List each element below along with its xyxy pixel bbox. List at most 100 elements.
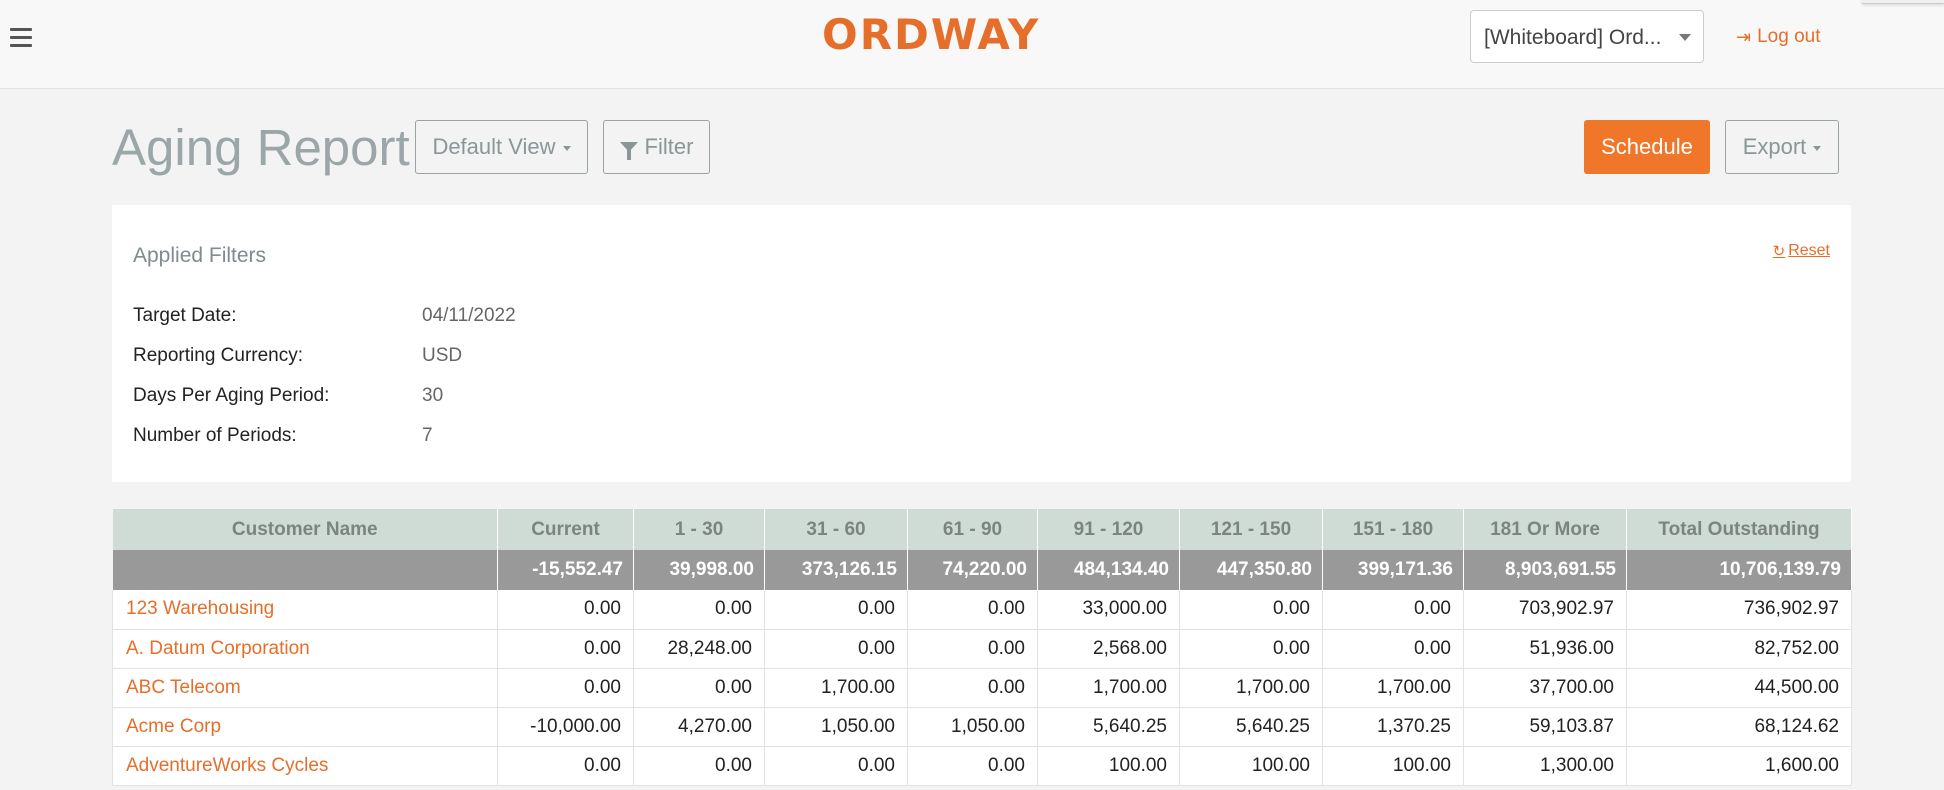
totals-cell: 373,126.15: [764, 550, 908, 590]
totals-cell: 447,350.80: [1179, 550, 1323, 590]
customer-link[interactable]: A. Datum Corporation: [112, 629, 498, 669]
column-header[interactable]: 31 - 60: [764, 509, 908, 550]
filter-label-days-per-period: Days Per Aging Period:: [133, 385, 330, 406]
table-cell: 82,752.00: [1626, 629, 1852, 669]
table-cell: 0.00: [1179, 629, 1323, 669]
table-cell: 5,640.25: [1037, 707, 1180, 747]
table-cell: 0.00: [633, 590, 765, 630]
table-cell: 0.00: [497, 746, 634, 786]
export-label: Export: [1742, 134, 1807, 159]
totals-cell: 10,706,139.79: [1626, 550, 1852, 590]
column-header[interactable]: 91 - 120: [1037, 509, 1180, 550]
totals-row: -15,552.47 39,998.00 373,126.15 74,220.0…: [112, 550, 1852, 590]
table-cell: 0.00: [907, 668, 1038, 708]
table-cell: 0.00: [633, 746, 765, 786]
table-cell: 5,640.25: [1179, 707, 1323, 747]
table-cell: 37,700.00: [1463, 668, 1627, 708]
table-cell: 28,248.00: [633, 629, 765, 669]
filter-value-target-date: 04/11/2022: [422, 305, 516, 326]
table-cell: 1,300.00: [1463, 746, 1627, 786]
table-row: AdventureWorks Cycles 0.00 0.00 0.00 0.0…: [112, 746, 1852, 786]
table-row: A. Datum Corporation 0.00 28,248.00 0.00…: [112, 629, 1852, 669]
window-edge: [1862, 0, 1944, 4]
hamburger-menu-icon[interactable]: [10, 28, 32, 48]
reset-link[interactable]: ↻ Reset: [1773, 242, 1830, 260]
applied-filters-panel: Applied Filters ↻ Reset Target Date: 04/…: [112, 205, 1851, 482]
table-cell: 51,936.00: [1463, 629, 1627, 669]
table-cell: 0.00: [497, 629, 634, 669]
table-cell: 1,370.25: [1322, 707, 1464, 747]
refresh-icon: ↻: [1772, 243, 1786, 260]
customer-link[interactable]: AdventureWorks Cycles: [112, 746, 498, 786]
column-header[interactable]: Current: [497, 509, 634, 550]
workspace-selector[interactable]: [Whiteboard] Ord...: [1470, 10, 1704, 63]
sign-out-icon: ⇥: [1736, 26, 1752, 47]
ordway-logo: ORDWAY: [822, 10, 1041, 59]
table-cell: 68,124.62: [1626, 707, 1852, 747]
table-cell: 0.00: [907, 590, 1038, 630]
caret-down-icon: [562, 146, 571, 151]
table-cell: 0.00: [764, 629, 908, 669]
filter-icon: [619, 142, 638, 160]
column-header[interactable]: 61 - 90: [907, 509, 1038, 550]
customer-link[interactable]: 123 Warehousing: [112, 590, 498, 630]
table-cell: 1,050.00: [764, 707, 908, 747]
table-cell: 736,902.97: [1626, 590, 1852, 630]
caret-down-icon: [1679, 34, 1691, 41]
table-cell: 100.00: [1037, 746, 1180, 786]
view-dropdown-button[interactable]: Default View: [415, 120, 588, 174]
column-header[interactable]: 151 - 180: [1322, 509, 1464, 550]
schedule-button[interactable]: Schedule: [1584, 120, 1710, 174]
table-cell: 0.00: [907, 746, 1038, 786]
totals-cell: 74,220.00: [907, 550, 1038, 590]
column-header[interactable]: Total Outstanding: [1626, 509, 1852, 550]
totals-cell: 484,134.40: [1037, 550, 1180, 590]
totals-cell: 399,171.36: [1322, 550, 1464, 590]
column-header[interactable]: 121 - 150: [1179, 509, 1323, 550]
table-row: Acme Corp -10,000.00 4,270.00 1,050.00 1…: [112, 707, 1852, 747]
caret-down-icon: [1813, 146, 1822, 151]
filter-label-reporting-currency: Reporting Currency:: [133, 345, 304, 366]
filter-button[interactable]: Filter: [603, 120, 710, 174]
table-cell: -10,000.00: [497, 707, 634, 747]
table-cell: 0.00: [497, 590, 634, 630]
workspace-selector-label: [Whiteboard] Ord...: [1484, 26, 1662, 49]
table-cell: 0.00: [633, 668, 765, 708]
column-header[interactable]: 1 - 30: [633, 509, 765, 550]
table-cell: 59,103.87: [1463, 707, 1627, 747]
table-cell: 0.00: [764, 590, 908, 630]
table-cell: 1,600.00: [1626, 746, 1852, 786]
customer-link[interactable]: ABC Telecom: [112, 668, 498, 708]
customer-link[interactable]: Acme Corp: [112, 707, 498, 747]
totals-cell: 8,903,691.55: [1463, 550, 1627, 590]
table-cell: 1,700.00: [1179, 668, 1323, 708]
table-cell: 1,700.00: [1322, 668, 1464, 708]
table-cell: 100.00: [1179, 746, 1323, 786]
page-title: Aging Report: [112, 119, 410, 176]
table-header-row: Customer Name Current 1 - 30 31 - 60 61 …: [112, 509, 1852, 550]
table-row: 123 Warehousing 0.00 0.00 0.00 0.00 33,0…: [112, 590, 1852, 630]
table-cell: 4,270.00: [633, 707, 765, 747]
column-header[interactable]: Customer Name: [112, 509, 498, 550]
totals-cell: -15,552.47: [497, 550, 634, 590]
aging-table: Customer Name Current 1 - 30 31 - 60 61 …: [112, 509, 1852, 786]
table-cell: 2,568.00: [1037, 629, 1180, 669]
table-cell: 703,902.97: [1463, 590, 1627, 630]
filter-label-target-date: Target Date:: [133, 305, 237, 326]
table-cell: 100.00: [1322, 746, 1464, 786]
table-cell: 0.00: [907, 629, 1038, 669]
aging-table-container: Customer Name Current 1 - 30 31 - 60 61 …: [112, 509, 1852, 786]
table-cell: 0.00: [764, 746, 908, 786]
logout-label: Log out: [1757, 26, 1821, 47]
view-dropdown-label: Default View: [432, 134, 556, 159]
export-dropdown-button[interactable]: Export: [1725, 120, 1839, 174]
logout-link[interactable]: ⇥ Log out: [1736, 26, 1821, 48]
filter-value-days-per-period: 30: [422, 385, 444, 406]
filter-label: Filter: [644, 134, 694, 159]
table-row: ABC Telecom 0.00 0.00 1,700.00 0.00 1,70…: [112, 668, 1852, 708]
top-navbar: ORDWAY [Whiteboard] Ord... ⇥ Log out: [0, 0, 1944, 89]
filter-value-reporting-currency: USD: [422, 345, 463, 366]
column-header[interactable]: 181 Or More: [1463, 509, 1627, 550]
totals-cell: 39,998.00: [633, 550, 765, 590]
reset-label: Reset: [1788, 242, 1830, 259]
